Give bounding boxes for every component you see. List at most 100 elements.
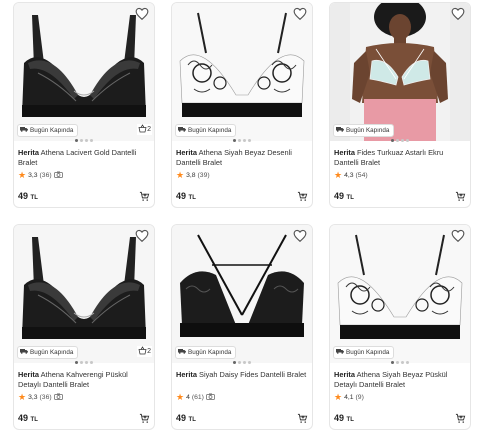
product-rating: ★ 3,8 (39) [176, 171, 210, 180]
image-carousel-dots[interactable] [14, 139, 154, 142]
product-price: 49 TL [176, 191, 196, 201]
delivery-badge: Bugün Kapında [175, 346, 237, 359]
basket-icon [138, 346, 147, 357]
add-to-cart-icon[interactable] [455, 411, 466, 423]
review-count: (36) [39, 172, 52, 179]
product-card[interactable]: Bugün Kapında Herita Athena Siyah Beyaz … [171, 2, 313, 208]
carousel-dot[interactable] [233, 139, 236, 142]
review-count: (39) [197, 172, 210, 179]
product-card[interactable]: Bugün Kapında Herita Athena Siyah Beyaz … [329, 224, 471, 430]
image-carousel-dots[interactable] [330, 139, 470, 142]
product-card[interactable]: Bugün Kapında Herita Fides Turkuaz Astar… [329, 2, 471, 208]
product-brand: Herita [18, 148, 39, 157]
product-image[interactable] [14, 225, 154, 363]
carousel-dot[interactable] [248, 361, 251, 364]
product-image[interactable] [14, 3, 154, 141]
product-brand: Herita [18, 370, 39, 379]
heart-icon[interactable] [451, 7, 465, 21]
camera-icon [52, 171, 63, 180]
product-brand: Herita [176, 370, 197, 379]
image-carousel-dots[interactable] [14, 361, 154, 364]
star-icon: ★ [18, 392, 27, 402]
carousel-dot[interactable] [233, 361, 236, 364]
product-title[interactable]: Herita Athena Lacivert Gold Dantelli Bra… [18, 148, 150, 168]
carousel-dot[interactable] [85, 361, 88, 364]
carousel-dot[interactable] [391, 361, 394, 364]
delivery-badge: Bugün Kapında [333, 124, 395, 137]
add-to-cart-icon[interactable] [297, 411, 308, 423]
image-carousel-dots[interactable] [330, 361, 470, 364]
product-rating: ★ 3,3 (36) [18, 171, 63, 180]
product-title[interactable]: Herita Athena Siyah Beyaz Desenli Dantel… [176, 148, 308, 168]
product-card[interactable]: Bugün Kapında Herita Siyah Daisy Fides D… [171, 224, 313, 430]
product-image[interactable] [172, 3, 312, 141]
product-title[interactable]: Herita Fides Turkuaz Astarlı Ekru Dantel… [334, 148, 466, 168]
product-image[interactable] [330, 3, 470, 141]
carousel-dot[interactable] [90, 361, 93, 364]
review-count: (54) [355, 172, 368, 179]
add-to-cart-icon[interactable] [297, 189, 308, 201]
carousel-dot[interactable] [238, 139, 241, 142]
product-card[interactable]: Bugün Kapında 2 Herita Athena Lacivert G… [13, 2, 155, 208]
price-value: 49 [18, 413, 29, 423]
carousel-dot[interactable] [90, 139, 93, 142]
carousel-dot[interactable] [80, 361, 83, 364]
heart-icon[interactable] [293, 229, 307, 243]
carousel-dot[interactable] [396, 139, 399, 142]
product-title[interactable]: Herita Athena Siyah Beyaz Püskül Detaylı… [334, 370, 466, 390]
delivery-badge-label: Bugün Kapında [346, 127, 390, 134]
product-grid: Bugün Kapında 2 Herita Athena Lacivert G… [0, 0, 480, 436]
basket-count-value: 2 [147, 348, 151, 355]
carousel-dot[interactable] [238, 361, 241, 364]
product-price: 49 TL [334, 413, 354, 423]
carousel-dot[interactable] [80, 139, 83, 142]
rating-value: 4 [186, 394, 190, 401]
price-value: 49 [18, 191, 29, 201]
product-brand: Herita [176, 148, 197, 157]
carousel-dot[interactable] [396, 361, 399, 364]
image-carousel-dots[interactable] [172, 139, 312, 142]
heart-icon[interactable] [293, 7, 307, 21]
price-currency: TL [346, 417, 354, 423]
carousel-dot[interactable] [391, 139, 394, 142]
price-currency: TL [188, 417, 196, 423]
review-count: (36) [39, 394, 52, 401]
camera-icon [204, 393, 215, 402]
carousel-dot[interactable] [406, 139, 409, 142]
carousel-dot[interactable] [401, 361, 404, 364]
image-carousel-dots[interactable] [172, 361, 312, 364]
heart-icon[interactable] [135, 229, 149, 243]
carousel-dot[interactable] [75, 139, 78, 142]
truck-icon [20, 125, 30, 136]
delivery-badge: Bugün Kapında [175, 124, 237, 137]
add-to-cart-icon[interactable] [139, 411, 150, 423]
basket-icon [138, 124, 147, 135]
carousel-dot[interactable] [401, 139, 404, 142]
carousel-dot[interactable] [243, 361, 246, 364]
basket-count: 2 [137, 346, 152, 357]
heart-icon[interactable] [451, 229, 465, 243]
product-title[interactable]: Herita Athena Kahverengi Püskül Detaylı … [18, 370, 150, 390]
carousel-dot[interactable] [243, 139, 246, 142]
carousel-dot[interactable] [406, 361, 409, 364]
review-count: (61) [191, 394, 204, 401]
product-brand: Herita [334, 148, 355, 157]
delivery-badge: Bugün Kapında [333, 346, 395, 359]
carousel-dot[interactable] [85, 139, 88, 142]
product-image[interactable] [172, 225, 312, 363]
add-to-cart-icon[interactable] [455, 189, 466, 201]
product-card[interactable]: Bugün Kapında 2 Herita Athena Kahverengi… [13, 224, 155, 430]
delivery-badge: Bugün Kapında [17, 346, 79, 359]
carousel-dot[interactable] [75, 361, 78, 364]
product-rating: ★ 4,1 (9) [334, 393, 364, 402]
heart-icon[interactable] [135, 7, 149, 21]
price-value: 49 [334, 413, 345, 423]
rating-value: 3,3 [28, 394, 38, 401]
carousel-dot[interactable] [248, 139, 251, 142]
product-title[interactable]: Herita Siyah Daisy Fides Dantelli Bralet [176, 370, 308, 380]
product-image[interactable] [330, 225, 470, 363]
price-value: 49 [334, 191, 345, 201]
add-to-cart-icon[interactable] [139, 189, 150, 201]
product-rating: ★ 3,3 (36) [18, 393, 63, 402]
rating-value: 3,8 [186, 172, 196, 179]
